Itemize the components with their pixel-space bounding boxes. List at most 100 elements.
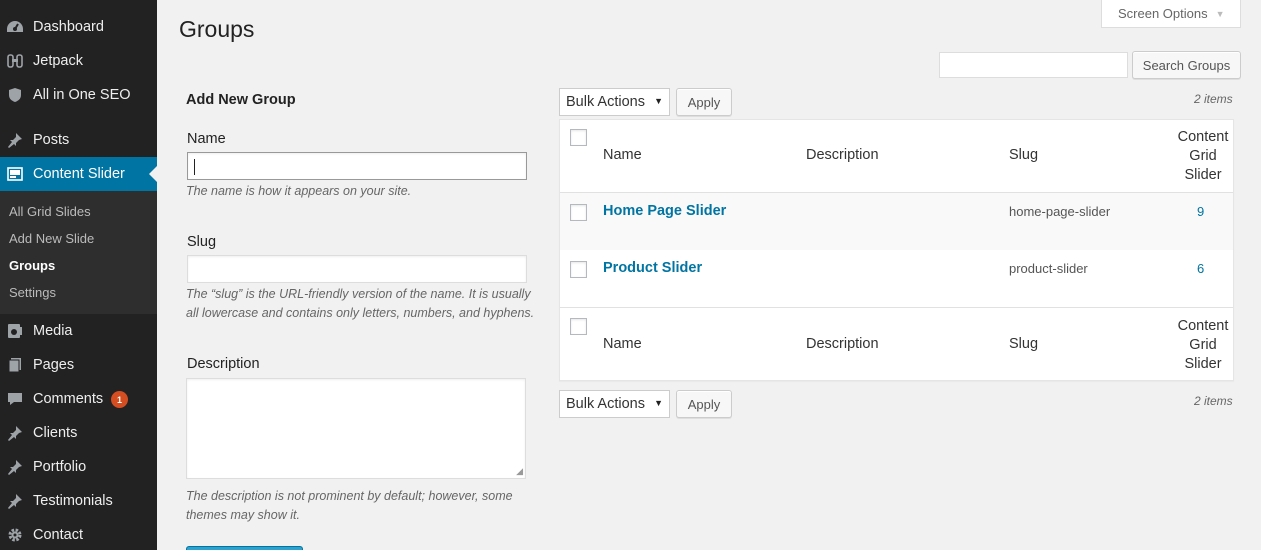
- menu-item-comments[interactable]: Comments 1: [0, 382, 157, 416]
- column-name-header[interactable]: Name: [603, 147, 642, 163]
- bulk-actions-value: Bulk Actions: [566, 396, 645, 412]
- submenu-add-new-slide[interactable]: Add New Slide: [9, 231, 94, 246]
- column-description-header[interactable]: Description: [806, 147, 879, 163]
- apply-button-top[interactable]: Apply: [676, 88, 732, 116]
- bulk-actions-value: Bulk Actions: [566, 94, 645, 110]
- pin-icon: [6, 425, 24, 441]
- chevron-down-icon: ▼: [1215, 8, 1225, 19]
- group-name-link[interactable]: Home Page Slider: [603, 203, 726, 219]
- text-cursor: [194, 159, 195, 175]
- comments-icon: [6, 391, 24, 407]
- menu-item-testimonials[interactable]: Testimonials: [0, 484, 157, 518]
- group-name-link[interactable]: Product Slider: [603, 260, 702, 276]
- pin-icon: [6, 132, 24, 148]
- menu-label: Comments: [33, 391, 104, 407]
- menu-label: Portfolio: [33, 459, 87, 475]
- menu-label: All in One SEO: [33, 87, 131, 103]
- pin-icon: [6, 459, 24, 475]
- submenu-groups[interactable]: Groups: [9, 258, 55, 273]
- media-icon: [6, 323, 24, 339]
- description-hint-line-1: The description is not prominent by defa…: [186, 489, 513, 503]
- menu-label: Content Slider: [33, 166, 125, 182]
- column-content-grid-slider-header[interactable]: Content Grid Slider: [1168, 128, 1238, 185]
- resize-grip-icon[interactable]: ◢: [516, 467, 523, 476]
- header-text-line: Grid: [1189, 148, 1217, 164]
- row-checkbox[interactable]: [570, 261, 587, 278]
- menu-item-content-slider[interactable]: Content Slider: [0, 157, 157, 191]
- dropdown-arrow-icon: ▼: [654, 96, 663, 106]
- screen-options-label: Screen Options: [1118, 6, 1208, 21]
- menu-item-clients[interactable]: Clients: [0, 416, 157, 450]
- dropdown-arrow-icon: ▼: [654, 398, 663, 408]
- menu-item-jetpack[interactable]: Jetpack: [0, 44, 157, 78]
- footer-text-line: Grid: [1189, 337, 1217, 353]
- footer-text-line: Slider: [1184, 356, 1222, 372]
- add-new-group-button[interactable]: [186, 546, 303, 550]
- description-textarea[interactable]: ◢: [186, 378, 526, 479]
- items-count-bottom: 2 items: [1194, 394, 1233, 408]
- slug-hint-line-1: The “slug” is the URL-friendly version o…: [186, 287, 531, 301]
- description-hint-line-2: themes may show it.: [186, 508, 300, 522]
- column-slug-header[interactable]: Slug: [1009, 147, 1038, 163]
- items-count-top: 2 items: [1194, 92, 1233, 106]
- jetpack-icon: [6, 53, 24, 69]
- group-slug: home-page-slider: [1009, 204, 1111, 219]
- screen-options-button[interactable]: Screen Options ▼: [1101, 0, 1241, 28]
- menu-label: Contact: [33, 527, 83, 543]
- submenu-settings[interactable]: Settings: [9, 285, 56, 300]
- gear-icon: [6, 527, 24, 543]
- row-checkbox[interactable]: [570, 204, 587, 221]
- table-header-row: Name Description Slug Content Grid Slide…: [560, 120, 1233, 193]
- table-footer-row: Name Description Slug Content Grid Slide…: [560, 307, 1233, 380]
- slug-field[interactable]: [187, 255, 527, 283]
- comments-count-badge: 1: [111, 391, 128, 408]
- shield-icon: [6, 87, 24, 103]
- group-count-link[interactable]: 6: [1197, 261, 1204, 276]
- name-field[interactable]: [187, 152, 527, 180]
- column-slug-footer[interactable]: Slug: [1009, 336, 1038, 352]
- page-title: Groups: [179, 16, 255, 42]
- menu-item-portfolio[interactable]: Portfolio: [0, 450, 157, 484]
- pages-icon: [6, 357, 24, 373]
- menu-label: Posts: [33, 132, 70, 148]
- table-row: Home Page Slider home-page-slider 9: [560, 193, 1233, 250]
- bulk-actions-select-top[interactable]: Bulk Actions ▼: [559, 88, 670, 116]
- name-label: Name: [187, 131, 226, 147]
- admin-sidebar: Dashboard Jetpack All in One SEO Posts C…: [0, 0, 157, 550]
- search-groups-button[interactable]: Search Groups: [1132, 51, 1241, 79]
- menu-item-pages[interactable]: Pages: [0, 348, 157, 382]
- submenu-all-grid-slides[interactable]: All Grid Slides: [9, 204, 91, 219]
- select-all-checkbox-footer[interactable]: [570, 318, 587, 335]
- column-name-footer[interactable]: Name: [603, 336, 642, 352]
- form-heading: Add New Group: [186, 92, 296, 108]
- search-input[interactable]: [939, 52, 1128, 78]
- menu-item-posts[interactable]: Posts: [0, 123, 157, 157]
- menu-label: Pages: [33, 357, 75, 373]
- menu-item-dashboard[interactable]: Dashboard: [0, 10, 157, 44]
- menu-label: Dashboard: [33, 19, 104, 35]
- menu-item-media[interactable]: Media: [0, 314, 157, 348]
- dashboard-icon: [6, 19, 24, 35]
- group-count-link[interactable]: 9: [1197, 204, 1204, 219]
- footer-text-line: Content: [1177, 318, 1229, 334]
- menu-item-contact[interactable]: Contact: [0, 518, 157, 550]
- table-row: Product Slider product-slider 6: [560, 250, 1233, 307]
- header-text-line: Slider: [1184, 167, 1222, 183]
- header-text-line: Content: [1177, 129, 1229, 145]
- select-all-checkbox[interactable]: [570, 129, 587, 146]
- slug-label: Slug: [187, 234, 217, 250]
- bulk-actions-select-bottom[interactable]: Bulk Actions ▼: [559, 390, 670, 418]
- name-hint: The name is how it appears on your site.: [186, 184, 412, 198]
- menu-item-all-in-one-seo[interactable]: All in One SEO: [0, 78, 157, 112]
- groups-table: Name Description Slug Content Grid Slide…: [559, 119, 1234, 381]
- slug-hint-line-2: all lowercase and contains only letters,…: [186, 306, 535, 320]
- apply-button-bottom[interactable]: Apply: [676, 390, 732, 418]
- pin-icon: [6, 493, 24, 509]
- slider-icon: [6, 166, 24, 182]
- group-slug: product-slider: [1009, 261, 1088, 276]
- menu-label: Clients: [33, 425, 78, 441]
- column-description-footer[interactable]: Description: [806, 336, 879, 352]
- description-label: Description: [187, 356, 260, 372]
- content-slider-submenu: All Grid Slides Add New Slide Groups Set…: [0, 191, 157, 314]
- column-content-grid-slider-footer[interactable]: Content Grid Slider: [1168, 317, 1238, 374]
